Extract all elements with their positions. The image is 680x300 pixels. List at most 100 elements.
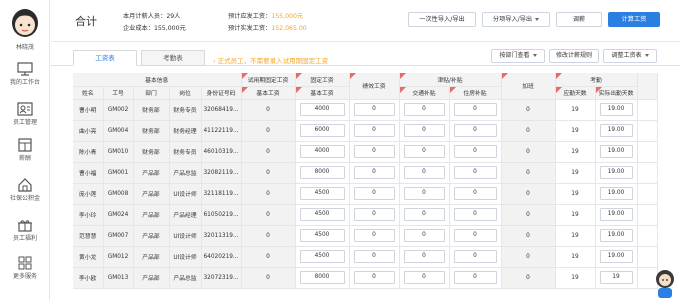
view-by-dept-dropdown[interactable]: 按部门查看	[491, 49, 545, 63]
cell-fixed-base-input[interactable]: 4500	[299, 250, 345, 263]
cell-actual-days[interactable]: 19.00	[595, 246, 638, 268]
import-export-once-button[interactable]: 一次性导入/导出	[408, 12, 476, 27]
cell-housing-input[interactable]: 0	[453, 124, 497, 137]
table-row[interactable]: 曹小明 GM002 财务部 财务专员 32068419... 0 4000 0 0 0 0 19 19.…	[73, 99, 658, 121]
cell-transport-input[interactable]: 0	[403, 187, 445, 200]
table-row[interactable]: 范慧慧 GM007 产品部 UI设计师 32011319... 0 4500 0 0 0 0 19 19…	[73, 225, 658, 247]
table-row[interactable]: 李小玲 GM024 产品部 产品经理 61050219... 0 4500 0 0 0 0 19 19.…	[73, 204, 658, 226]
cell-housing-input[interactable]: 0	[453, 145, 497, 158]
cell-transport[interactable]: 0	[399, 162, 450, 184]
cell-performance[interactable]: 0	[349, 225, 400, 247]
cell-actual-days-input[interactable]: 19.00	[599, 124, 633, 137]
tab-attendance-sheet[interactable]: 考勤表	[141, 50, 205, 66]
table-row[interactable]: 庞小莲 GM008 产品部 UI设计师 32118119... 0 4500 0 0 0 0 19 19…	[73, 183, 658, 205]
nav-benefits[interactable]: 员工福利	[0, 218, 50, 256]
cell-actual-days[interactable]: 19.00	[595, 141, 638, 163]
cell-actual-days-input[interactable]: 19.00	[599, 250, 633, 263]
cell-housing-input[interactable]: 0	[453, 103, 497, 116]
calculate-salary-button[interactable]: 计算工资	[608, 12, 660, 27]
cell-housing-input[interactable]: 0	[453, 208, 497, 221]
cell-performance-input[interactable]: 0	[353, 145, 395, 158]
cell-fixed-base-input[interactable]: 8000	[299, 271, 345, 284]
cell-transport-input[interactable]: 0	[403, 166, 445, 179]
cell-actual-days-input[interactable]: 19	[599, 271, 633, 284]
cell-housing[interactable]: 0	[449, 246, 502, 268]
cell-performance[interactable]: 0	[349, 204, 400, 226]
cell-transport-input[interactable]: 0	[403, 250, 445, 263]
cell-transport-input[interactable]: 0	[403, 124, 445, 137]
cell-actual-days-input[interactable]: 19.00	[599, 229, 633, 242]
cell-housing-input[interactable]: 0	[453, 187, 497, 200]
cell-housing[interactable]: 0	[449, 162, 502, 184]
cell-transport[interactable]: 0	[399, 120, 450, 142]
cell-transport[interactable]: 0	[399, 141, 450, 163]
cell-actual-days[interactable]: 19.00	[595, 120, 638, 142]
cell-transport-input[interactable]: 0	[403, 145, 445, 158]
cell-fixed-base[interactable]: 4500	[295, 204, 350, 226]
adjust-sheet-dropdown[interactable]: 调整工资表	[603, 49, 657, 63]
cell-transport[interactable]: 0	[399, 204, 450, 226]
cell-transport-input[interactable]: 0	[403, 229, 445, 242]
cell-transport-input[interactable]: 0	[403, 208, 445, 221]
cell-fixed-base[interactable]: 8000	[295, 267, 350, 289]
cell-actual-days[interactable]: 19.00	[595, 99, 638, 121]
cell-transport[interactable]: 0	[399, 246, 450, 268]
nav-social-security[interactable]: 社保公积金	[0, 178, 50, 216]
table-row[interactable]: 陈小青 GM010 财务部 财务专员 46010319... 0 4000 0 0 0 0 19 19.…	[73, 141, 658, 163]
nav-salary[interactable]: 薪酬	[0, 138, 50, 176]
import-export-split-button[interactable]: 分项导入/导出	[482, 12, 550, 27]
cell-performance[interactable]: 0	[349, 267, 400, 289]
cell-housing[interactable]: 0	[449, 120, 502, 142]
nav-more-services[interactable]: 更多服务	[0, 256, 50, 294]
cell-performance[interactable]: 0	[349, 99, 400, 121]
cell-actual-days[interactable]: 19	[595, 267, 638, 289]
cell-fixed-base-input[interactable]: 4000	[299, 145, 345, 158]
cell-actual-days[interactable]: 19.00	[595, 204, 638, 226]
cell-fixed-base[interactable]: 8000	[295, 162, 350, 184]
avatar[interactable]	[6, 6, 44, 38]
table-row[interactable]: 曹小福 GM001 产品部 产品总监 32082119... 0 8000 0 0 0 0 19 19.…	[73, 162, 658, 184]
cell-performance-input[interactable]: 0	[353, 166, 395, 179]
nav-employees[interactable]: 员工管理	[0, 102, 50, 140]
cell-fixed-base-input[interactable]: 8000	[299, 166, 345, 179]
cell-performance-input[interactable]: 0	[353, 208, 395, 221]
cell-performance-input[interactable]: 0	[353, 103, 395, 116]
cell-actual-days[interactable]: 19.00	[595, 225, 638, 247]
cell-actual-days[interactable]: 19.00	[595, 183, 638, 205]
cell-housing-input[interactable]: 0	[453, 250, 497, 263]
cell-fixed-base[interactable]: 4000	[295, 141, 350, 163]
cell-fixed-base[interactable]: 4500	[295, 246, 350, 268]
assistant-icon[interactable]	[654, 268, 676, 298]
cell-transport-input[interactable]: 0	[403, 103, 445, 116]
cell-fixed-base[interactable]: 4500	[295, 225, 350, 247]
cell-housing-input[interactable]: 0	[453, 271, 497, 284]
cell-performance[interactable]: 0	[349, 162, 400, 184]
tab-salary-sheet[interactable]: 工资表	[73, 50, 137, 66]
cell-fixed-base[interactable]: 4500	[295, 183, 350, 205]
cell-fixed-base-input[interactable]: 4000	[299, 103, 345, 116]
cell-performance-input[interactable]: 0	[353, 229, 395, 242]
cell-performance-input[interactable]: 0	[353, 250, 395, 263]
cell-actual-days-input[interactable]: 19.00	[599, 187, 633, 200]
nav-workbench[interactable]: 我的工作台	[0, 62, 50, 100]
cell-actual-days-input[interactable]: 19.00	[599, 208, 633, 221]
cell-performance[interactable]: 0	[349, 183, 400, 205]
cell-performance-input[interactable]: 0	[353, 187, 395, 200]
cell-fixed-base-input[interactable]: 4500	[299, 229, 345, 242]
table-row[interactable]: 黄小龙 GM012 产品部 UI设计师 64020219... 0 4500 0 0 0 0 19 19…	[73, 246, 658, 268]
cell-fixed-base[interactable]: 4000	[295, 99, 350, 121]
cell-performance[interactable]: 0	[349, 246, 400, 268]
cell-transport[interactable]: 0	[399, 225, 450, 247]
modify-rules-button[interactable]: 修改计薪规则	[549, 49, 599, 63]
cell-housing[interactable]: 0	[449, 204, 502, 226]
table-row[interactable]: 曲小亮 GM004 财务部 财务经理 41122119... 0 6000 0 0 0 0 19 19.…	[73, 120, 658, 142]
cell-actual-days-input[interactable]: 19.00	[599, 103, 633, 116]
cell-actual-days-input[interactable]: 19.00	[599, 145, 633, 158]
cell-performance[interactable]: 0	[349, 141, 400, 163]
cell-fixed-base[interactable]: 6000	[295, 120, 350, 142]
cell-actual-days-input[interactable]: 19.00	[599, 166, 633, 179]
cell-fixed-base-input[interactable]: 4500	[299, 187, 345, 200]
cell-fixed-base-input[interactable]: 4500	[299, 208, 345, 221]
cell-housing[interactable]: 0	[449, 141, 502, 163]
cell-transport[interactable]: 0	[399, 267, 450, 289]
